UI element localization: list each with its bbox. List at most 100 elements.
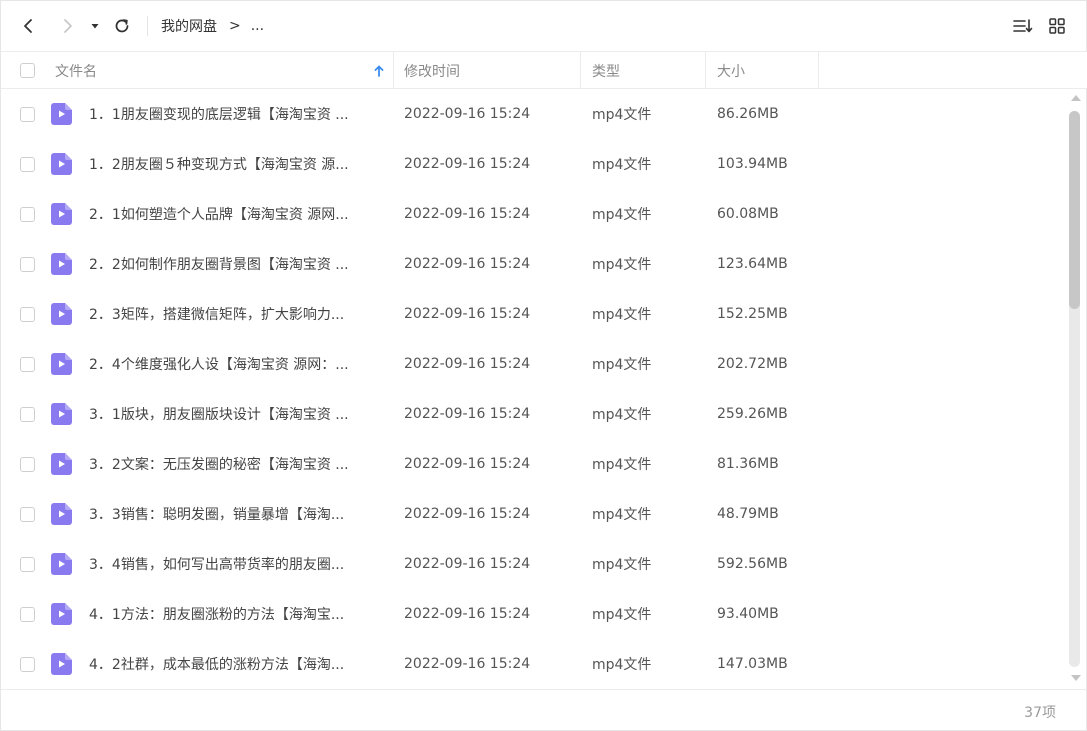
- refresh-icon: [115, 19, 129, 33]
- row-checkbox[interactable]: [20, 157, 35, 172]
- table-row[interactable]: 1．1朋友圈变现的底层逻辑【海淘宝资 ... 2022-09-16 15:24 …: [1, 89, 1067, 139]
- file-size: 592.56MB: [717, 556, 788, 572]
- file-name[interactable]: 1．1朋友圈变现的底层逻辑【海淘宝资 ...: [89, 89, 381, 139]
- file-size: 103.94MB: [717, 156, 788, 172]
- row-checkbox[interactable]: [20, 607, 35, 622]
- column-divider[interactable]: [580, 52, 581, 89]
- file-modified-time: 2022-09-16 15:24: [404, 606, 531, 622]
- scroll-down-arrow-icon[interactable]: [1071, 675, 1081, 681]
- file-name[interactable]: 3．2文案：无压发圈的秘密【海淘宝资 ...: [89, 439, 381, 489]
- table-row[interactable]: 2．1如何塑造个人品牌【海淘宝资 源网... 2022-09-16 15:24 …: [1, 189, 1067, 239]
- row-checkbox[interactable]: [20, 357, 35, 372]
- file-name[interactable]: 2．3矩阵，搭建微信矩阵，扩大影响力...: [89, 289, 381, 339]
- file-size: 259.26MB: [717, 406, 788, 422]
- table-row[interactable]: 4．1方法：朋友圈涨粉的方法【海淘宝... 2022-09-16 15:24 m…: [1, 589, 1067, 639]
- file-type: mp4文件: [592, 207, 652, 223]
- chevron-right-icon: [64, 19, 72, 33]
- column-divider[interactable]: [393, 52, 394, 89]
- checkbox-box[interactable]: [20, 63, 35, 78]
- video-file-icon: [51, 503, 72, 525]
- chevron-left-icon: [24, 19, 32, 33]
- history-dropdown-button[interactable]: [84, 13, 106, 39]
- select-all-checkbox[interactable]: [20, 52, 35, 89]
- row-checkbox[interactable]: [20, 507, 35, 522]
- video-file-icon: [51, 453, 72, 475]
- file-type: mp4文件: [592, 107, 652, 123]
- file-modified-time: 2022-09-16 15:24: [404, 456, 531, 472]
- column-size-label: 大小: [717, 63, 745, 80]
- file-name[interactable]: 3．4销售，如何写出高带货率的朋友圈...: [89, 539, 381, 589]
- file-name[interactable]: 2．4个维度强化人设【海淘宝资 源网：...: [89, 339, 381, 389]
- file-name[interactable]: 1．2朋友圈５种变现方式【海淘宝资 源...: [89, 139, 381, 189]
- file-type: mp4文件: [592, 357, 652, 373]
- table-row[interactable]: 3．3销售：聪明发圈，销量暴增【海淘... 2022-09-16 15:24 m…: [1, 489, 1067, 539]
- file-name[interactable]: 3．3销售：聪明发圈，销量暴增【海淘...: [89, 489, 381, 539]
- file-size: 48.79MB: [717, 506, 779, 522]
- row-checkbox[interactable]: [20, 107, 35, 122]
- file-modified-time: 2022-09-16 15:24: [404, 206, 531, 222]
- breadcrumb: 我的网盘 > ...: [161, 16, 264, 36]
- breadcrumb-separator: >: [229, 18, 241, 34]
- vertical-scrollbar[interactable]: [1067, 89, 1085, 689]
- table-row[interactable]: 3．2文案：无压发圈的秘密【海淘宝资 ... 2022-09-16 15:24 …: [1, 439, 1067, 489]
- file-name[interactable]: 4．2社群，成本最低的涨粉方法【海淘...: [89, 639, 381, 689]
- scrollbar-thumb[interactable]: [1069, 111, 1080, 309]
- file-size: 123.64MB: [717, 256, 788, 272]
- column-header-size[interactable]: 大小: [717, 52, 745, 89]
- file-modified-time: 2022-09-16 15:24: [404, 306, 531, 322]
- video-file-icon: [51, 203, 72, 225]
- table-row[interactable]: 2．3矩阵，搭建微信矩阵，扩大影响力... 2022-09-16 15:24 m…: [1, 289, 1067, 339]
- column-time-label: 修改时间: [404, 63, 460, 80]
- breadcrumb-more[interactable]: ...: [251, 18, 264, 34]
- status-bar: 37项: [1, 689, 1087, 731]
- video-file-icon: [51, 103, 72, 125]
- row-checkbox[interactable]: [20, 557, 35, 572]
- column-divider[interactable]: [818, 52, 819, 89]
- row-checkbox[interactable]: [20, 407, 35, 422]
- video-file-icon: [51, 353, 72, 375]
- grid-view-button[interactable]: [1044, 13, 1070, 39]
- caret-down-icon: [91, 24, 99, 29]
- file-size: 202.72MB: [717, 356, 788, 372]
- row-checkbox[interactable]: [20, 307, 35, 322]
- sort-button[interactable]: [1010, 13, 1036, 39]
- sort-list-icon: [1013, 19, 1033, 33]
- table-row[interactable]: 2．2如何制作朋友圈背景图【海淘宝资 ... 2022-09-16 15:24 …: [1, 239, 1067, 289]
- table-row[interactable]: 3．4销售，如何写出高带货率的朋友圈... 2022-09-16 15:24 m…: [1, 539, 1067, 589]
- toolbar: 我的网盘 > ...: [1, 1, 1087, 51]
- column-header-time[interactable]: 修改时间: [404, 52, 460, 89]
- table-row[interactable]: 1．2朋友圈５种变现方式【海淘宝资 源... 2022-09-16 15:24 …: [1, 139, 1067, 189]
- table-row[interactable]: 4．2社群，成本最低的涨粉方法【海淘... 2022-09-16 15:24 m…: [1, 639, 1067, 689]
- file-modified-time: 2022-09-16 15:24: [404, 556, 531, 572]
- table-row[interactable]: 2．4个维度强化人设【海淘宝资 源网：... 2022-09-16 15:24 …: [1, 339, 1067, 389]
- file-name[interactable]: 4．1方法：朋友圈涨粉的方法【海淘宝...: [89, 589, 381, 639]
- refresh-button[interactable]: [109, 13, 135, 39]
- column-type-label: 类型: [592, 63, 620, 80]
- breadcrumb-root[interactable]: 我的网盘: [161, 16, 217, 36]
- video-file-icon: [51, 303, 72, 325]
- row-checkbox[interactable]: [20, 457, 35, 472]
- file-name[interactable]: 2．1如何塑造个人品牌【海淘宝资 源网...: [89, 189, 381, 239]
- file-modified-time: 2022-09-16 15:24: [404, 356, 531, 372]
- row-checkbox[interactable]: [20, 207, 35, 222]
- column-header-name[interactable]: 文件名: [55, 52, 391, 89]
- row-checkbox[interactable]: [20, 257, 35, 272]
- scroll-up-arrow-icon[interactable]: [1071, 95, 1081, 101]
- row-checkbox[interactable]: [20, 657, 35, 672]
- file-list: 1．1朋友圈变现的底层逻辑【海淘宝资 ... 2022-09-16 15:24 …: [1, 89, 1067, 689]
- file-name[interactable]: 3．1版块，朋友圈版块设计【海淘宝资 ...: [89, 389, 381, 439]
- file-type: mp4文件: [592, 157, 652, 173]
- video-file-icon: [51, 153, 72, 175]
- file-type: mp4文件: [592, 557, 652, 573]
- file-type: mp4文件: [592, 657, 652, 673]
- video-file-icon: [51, 253, 72, 275]
- column-header-type[interactable]: 类型: [592, 52, 620, 89]
- file-size: 60.08MB: [717, 206, 779, 222]
- item-count: 37项: [1024, 705, 1056, 721]
- column-divider[interactable]: [705, 52, 706, 89]
- file-name[interactable]: 2．2如何制作朋友圈背景图【海淘宝资 ...: [89, 239, 381, 289]
- table-row[interactable]: 3．1版块，朋友圈版块设计【海淘宝资 ... 2022-09-16 15:24 …: [1, 389, 1067, 439]
- file-modified-time: 2022-09-16 15:24: [404, 506, 531, 522]
- forward-button[interactable]: [54, 13, 80, 39]
- back-button[interactable]: [16, 13, 42, 39]
